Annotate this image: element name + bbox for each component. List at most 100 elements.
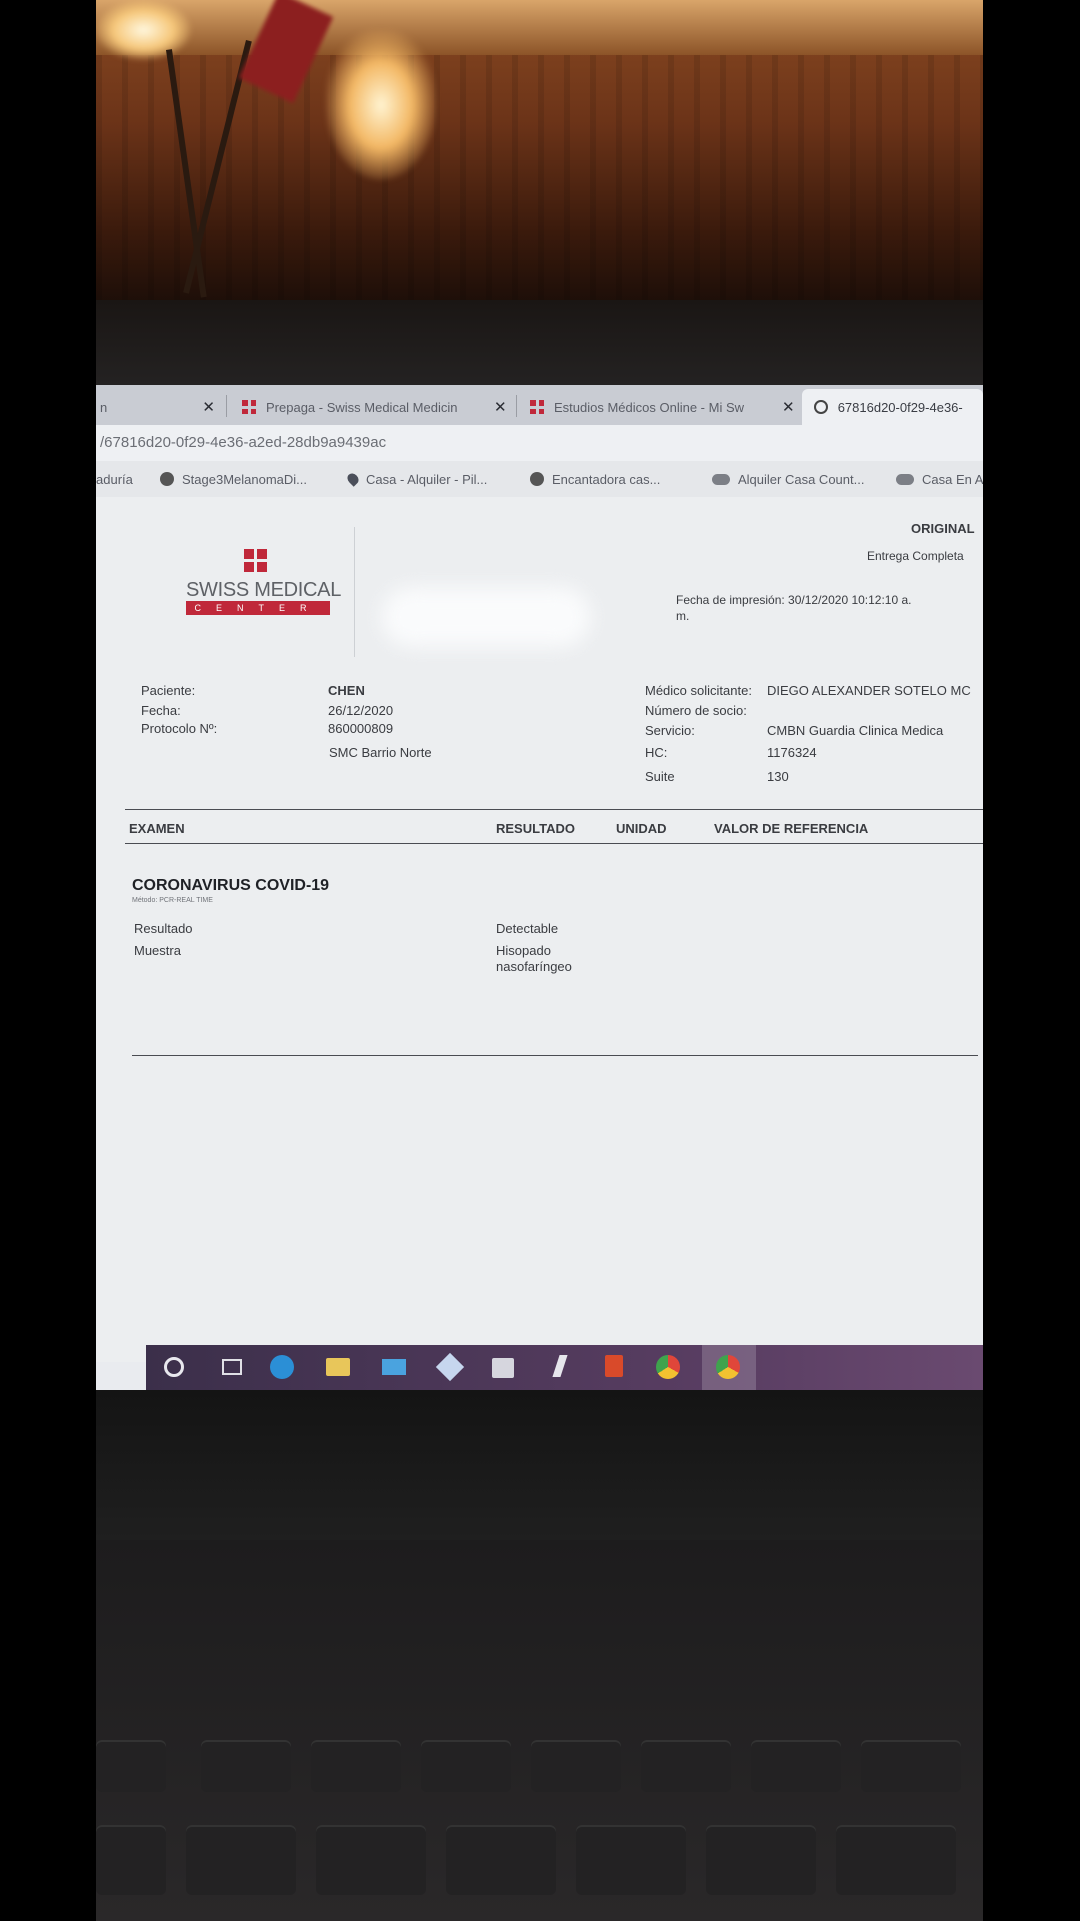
hc-value: 1176324 bbox=[767, 745, 817, 760]
dropbox-icon[interactable] bbox=[435, 1352, 465, 1382]
table-header-rule bbox=[125, 843, 983, 844]
date-label: Fecha: bbox=[141, 703, 181, 718]
chrome-icon[interactable] bbox=[656, 1355, 680, 1379]
close-icon[interactable]: ✕ bbox=[782, 398, 795, 416]
swiss-medical-favicon-icon bbox=[242, 400, 256, 414]
tab-prepaga[interactable]: Prepaga - Swiss Medical Medicin ✕ bbox=[242, 389, 512, 425]
cloud-icon bbox=[896, 473, 914, 485]
result-value: Detectable bbox=[496, 921, 559, 936]
protocol-value: 860000809 bbox=[328, 721, 394, 736]
date-value: 26/12/2020 bbox=[328, 703, 394, 718]
member-number-label: Número de socio: bbox=[645, 703, 747, 718]
bookmark-item[interactable]: Casa - Alquiler - Pil... bbox=[345, 461, 487, 497]
keyboard-key bbox=[421, 1740, 511, 1792]
print-date: Fecha de impresión: 30/12/2020 10:12:10 … bbox=[676, 593, 912, 607]
patient-label: Paciente: bbox=[141, 683, 196, 698]
windows-taskbar bbox=[146, 1345, 983, 1390]
keyboard-key bbox=[576, 1825, 686, 1895]
edge-icon[interactable] bbox=[270, 1355, 294, 1379]
laptop-screen: n ✕ Prepaga - Swiss Medical Medicin ✕ Es… bbox=[96, 385, 983, 1390]
room-background bbox=[96, 0, 983, 310]
photo-frame: n ✕ Prepaga - Swiss Medical Medicin ✕ Es… bbox=[96, 0, 983, 1921]
tab-partial[interactable]: n ✕ bbox=[96, 389, 215, 425]
bolt-app-icon[interactable] bbox=[548, 1355, 572, 1379]
file-explorer-icon[interactable] bbox=[326, 1355, 350, 1379]
keyboard-key bbox=[311, 1740, 401, 1792]
hc-label: HC: bbox=[645, 745, 668, 760]
table-top-rule bbox=[125, 809, 983, 810]
protocol-label: Protocolo Nº: bbox=[141, 721, 218, 736]
test-method: Método: PCR-REAL TIME bbox=[132, 897, 213, 904]
keyboard-key bbox=[751, 1740, 841, 1792]
laptop-keyboard-deck bbox=[96, 1540, 983, 1921]
tab-active-report[interactable]: 67816d20-0f29-4e36- bbox=[802, 389, 983, 425]
bookmarks-bar: aduría Stage3MelanomaDi... Casa - Alquil… bbox=[96, 461, 983, 497]
keyboard-key bbox=[446, 1825, 556, 1895]
close-icon[interactable]: ✕ bbox=[202, 398, 215, 416]
bookmark-item[interactable]: aduría bbox=[96, 461, 133, 497]
globe-icon bbox=[160, 472, 174, 486]
globe-icon bbox=[814, 400, 828, 414]
suite-label: Suite bbox=[645, 769, 675, 784]
bookmark-item[interactable]: Casa En A bbox=[896, 461, 983, 497]
original-label: ORIGINAL bbox=[911, 521, 975, 536]
keyboard-key bbox=[706, 1825, 816, 1895]
logo-cross-icon bbox=[244, 549, 268, 573]
redacted-area bbox=[381, 587, 591, 647]
globe-icon bbox=[530, 472, 544, 486]
keyboard-key bbox=[201, 1740, 291, 1792]
sample-value: Hisopado bbox=[496, 943, 551, 958]
keyboard-key bbox=[641, 1740, 731, 1792]
table-bottom-rule bbox=[132, 1055, 978, 1056]
chrome-active-icon[interactable] bbox=[716, 1355, 740, 1379]
office-icon[interactable] bbox=[602, 1355, 626, 1379]
keyboard-key bbox=[96, 1740, 166, 1792]
tab-divider bbox=[226, 395, 227, 417]
browser-tab-bar: n ✕ Prepaga - Swiss Medical Medicin ✕ Es… bbox=[96, 385, 983, 425]
column-header-result: RESULTADO bbox=[496, 821, 575, 836]
lamp-stem bbox=[166, 49, 207, 298]
ceiling bbox=[96, 0, 983, 55]
doctor-label: Médico solicitante: bbox=[645, 683, 752, 698]
lab-report-page: SWISS MEDICAL CENTER ORIGINAL Entrega Co… bbox=[96, 497, 983, 1362]
suite-value: 130 bbox=[767, 769, 789, 784]
keyboard-key bbox=[531, 1740, 621, 1792]
keyboard-key bbox=[836, 1825, 956, 1895]
result-label: Resultado bbox=[134, 921, 193, 936]
tab-estudios[interactable]: Estudios Médicos Online - Mi Sw ✕ bbox=[530, 389, 800, 425]
bookmark-item[interactable]: Encantadora cas... bbox=[530, 461, 660, 497]
service-label: Servicio: bbox=[645, 723, 695, 738]
map-pin-icon bbox=[345, 471, 361, 487]
tab-divider bbox=[516, 395, 517, 417]
laptop-bezel-bottom bbox=[96, 1390, 983, 1540]
store-icon[interactable] bbox=[492, 1355, 516, 1379]
bookmark-item[interactable]: Alquiler Casa Count... bbox=[712, 461, 864, 497]
keyboard-key bbox=[186, 1825, 296, 1895]
patient-value: CHEN bbox=[328, 683, 365, 698]
address-bar[interactable]: /67816d20-0f29-4e36-a2ed-28db9a9439ac bbox=[96, 425, 983, 461]
delivery-status: Entrega Completa bbox=[867, 549, 964, 563]
sample-label: Muestra bbox=[134, 943, 181, 958]
keyboard-key bbox=[316, 1825, 426, 1895]
bookmark-item[interactable]: Stage3MelanomaDi... bbox=[160, 461, 307, 497]
branch-value: SMC Barrio Norte bbox=[329, 745, 432, 760]
close-icon[interactable]: ✕ bbox=[494, 398, 507, 416]
task-view-icon[interactable] bbox=[218, 1355, 242, 1379]
keyboard-key bbox=[96, 1825, 166, 1895]
address-url: /67816d20-0f29-4e36-a2ed-28db9a9439ac bbox=[100, 434, 387, 451]
test-name: CORONAVIRUS COVID-19 bbox=[132, 877, 330, 894]
service-value: CMBN Guardia Clinica Medica bbox=[767, 723, 944, 738]
keyboard-key bbox=[861, 1740, 961, 1792]
cloud-icon bbox=[712, 473, 730, 485]
mail-icon[interactable] bbox=[382, 1355, 406, 1379]
print-date-cont: m. bbox=[676, 609, 690, 623]
laptop-bezel-top bbox=[96, 300, 983, 386]
column-header-reference: VALOR DE REFERENCIA bbox=[714, 821, 869, 836]
header-divider bbox=[354, 527, 355, 657]
swiss-medical-favicon-icon bbox=[530, 400, 544, 414]
search-icon[interactable] bbox=[162, 1355, 186, 1379]
lamp-light-right bbox=[326, 30, 436, 180]
column-header-exam: EXAMEN bbox=[129, 821, 185, 836]
sample-value-cont: nasofaríngeo bbox=[496, 959, 572, 974]
doctor-value: DIEGO ALEXANDER SOTELO MC bbox=[767, 683, 971, 698]
